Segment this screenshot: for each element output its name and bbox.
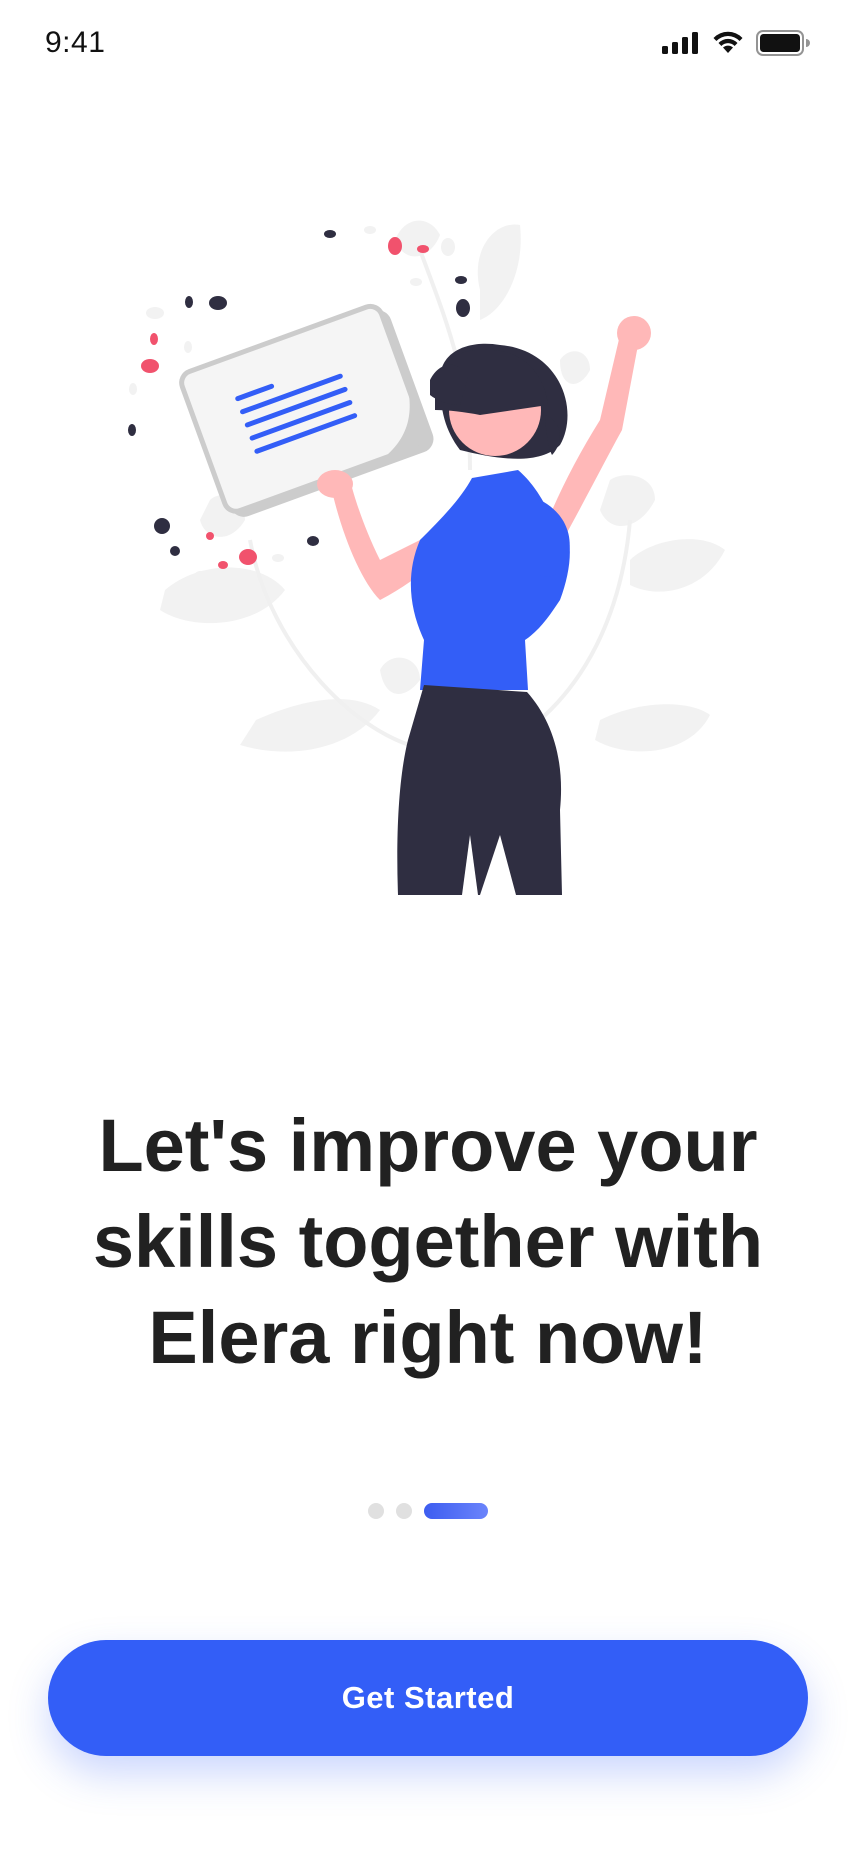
status-icons [662, 29, 810, 61]
page-indicator-dot[interactable] [368, 1503, 384, 1519]
page-indicator [368, 1503, 488, 1519]
onboarding-illustration [100, 180, 756, 920]
signal-icon [662, 31, 700, 59]
battery-icon [756, 29, 810, 61]
get-started-button[interactable]: Get Started [48, 1640, 808, 1756]
status-bar: 9:41 [0, 0, 856, 92]
page-indicator-dot-active[interactable] [424, 1503, 488, 1519]
onboarding-headline: Let's improve your skills together with … [92, 1104, 764, 1379]
status-time: 9:41 [45, 26, 106, 59]
page-indicator-dot[interactable] [396, 1503, 412, 1519]
wifi-icon [712, 31, 744, 60]
